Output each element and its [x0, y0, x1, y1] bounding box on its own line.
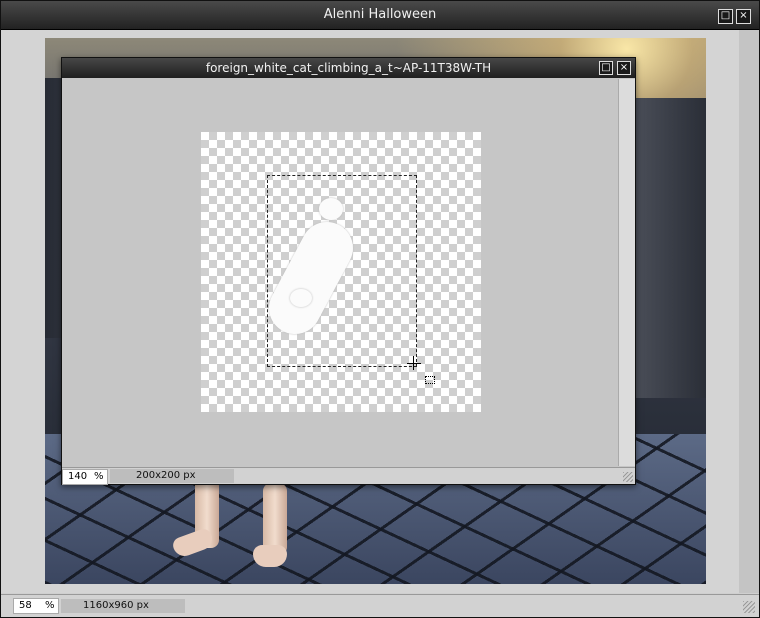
outer-zoom-unit: %	[45, 600, 55, 611]
transparent-canvas[interactable]	[201, 132, 481, 412]
ruined-city-right	[636, 98, 706, 398]
inner-vertical-scrollbar[interactable]	[618, 79, 635, 466]
inner-zoom-value: 140	[68, 471, 88, 482]
maximize-icon[interactable]: □	[599, 61, 613, 75]
inner-titlebar[interactable]: foreign_white_cat_climbing_a_t~AP-11T38W…	[62, 58, 635, 78]
outer-vertical-scrollbar[interactable]	[739, 30, 759, 593]
marquee-cursor-icon	[425, 376, 435, 384]
cat-hind-leg	[290, 289, 312, 307]
inner-zoom-field[interactable]: 140 %	[62, 469, 108, 485]
inner-status-bar: 140 % 200x200 px	[62, 467, 635, 485]
inner-image-size: 200x200 px	[110, 469, 234, 483]
outer-zoom-value: 58	[19, 600, 32, 611]
inner-resize-grip[interactable]	[623, 472, 633, 482]
outer-zoom-field[interactable]: 58 %	[13, 598, 59, 614]
right-foot	[253, 545, 287, 567]
inner-document-window[interactable]: foreign_white_cat_climbing_a_t~AP-11T38W…	[61, 57, 636, 485]
close-icon[interactable]: ×	[736, 9, 751, 24]
inner-zoom-unit: %	[94, 471, 104, 482]
maximize-icon[interactable]: □	[718, 9, 733, 24]
inner-canvas-area[interactable]	[65, 79, 616, 466]
outer-image-size: 1160x960 px	[61, 599, 185, 613]
close-icon[interactable]: ×	[617, 61, 631, 75]
inner-window-title: foreign_white_cat_climbing_a_t~AP-11T38W…	[205, 61, 492, 75]
move-crosshair-icon-vertical	[413, 356, 414, 370]
outer-status-bar: 58 % 1160x960 px	[1, 594, 759, 617]
cat-head	[319, 198, 343, 220]
outer-titlebar[interactable]: Alenni Halloween □ ×	[1, 1, 759, 30]
outer-resize-grip[interactable]	[743, 601, 755, 613]
move-crosshair-icon	[407, 363, 421, 364]
outer-window-title: Alenni Halloween	[323, 7, 437, 22]
